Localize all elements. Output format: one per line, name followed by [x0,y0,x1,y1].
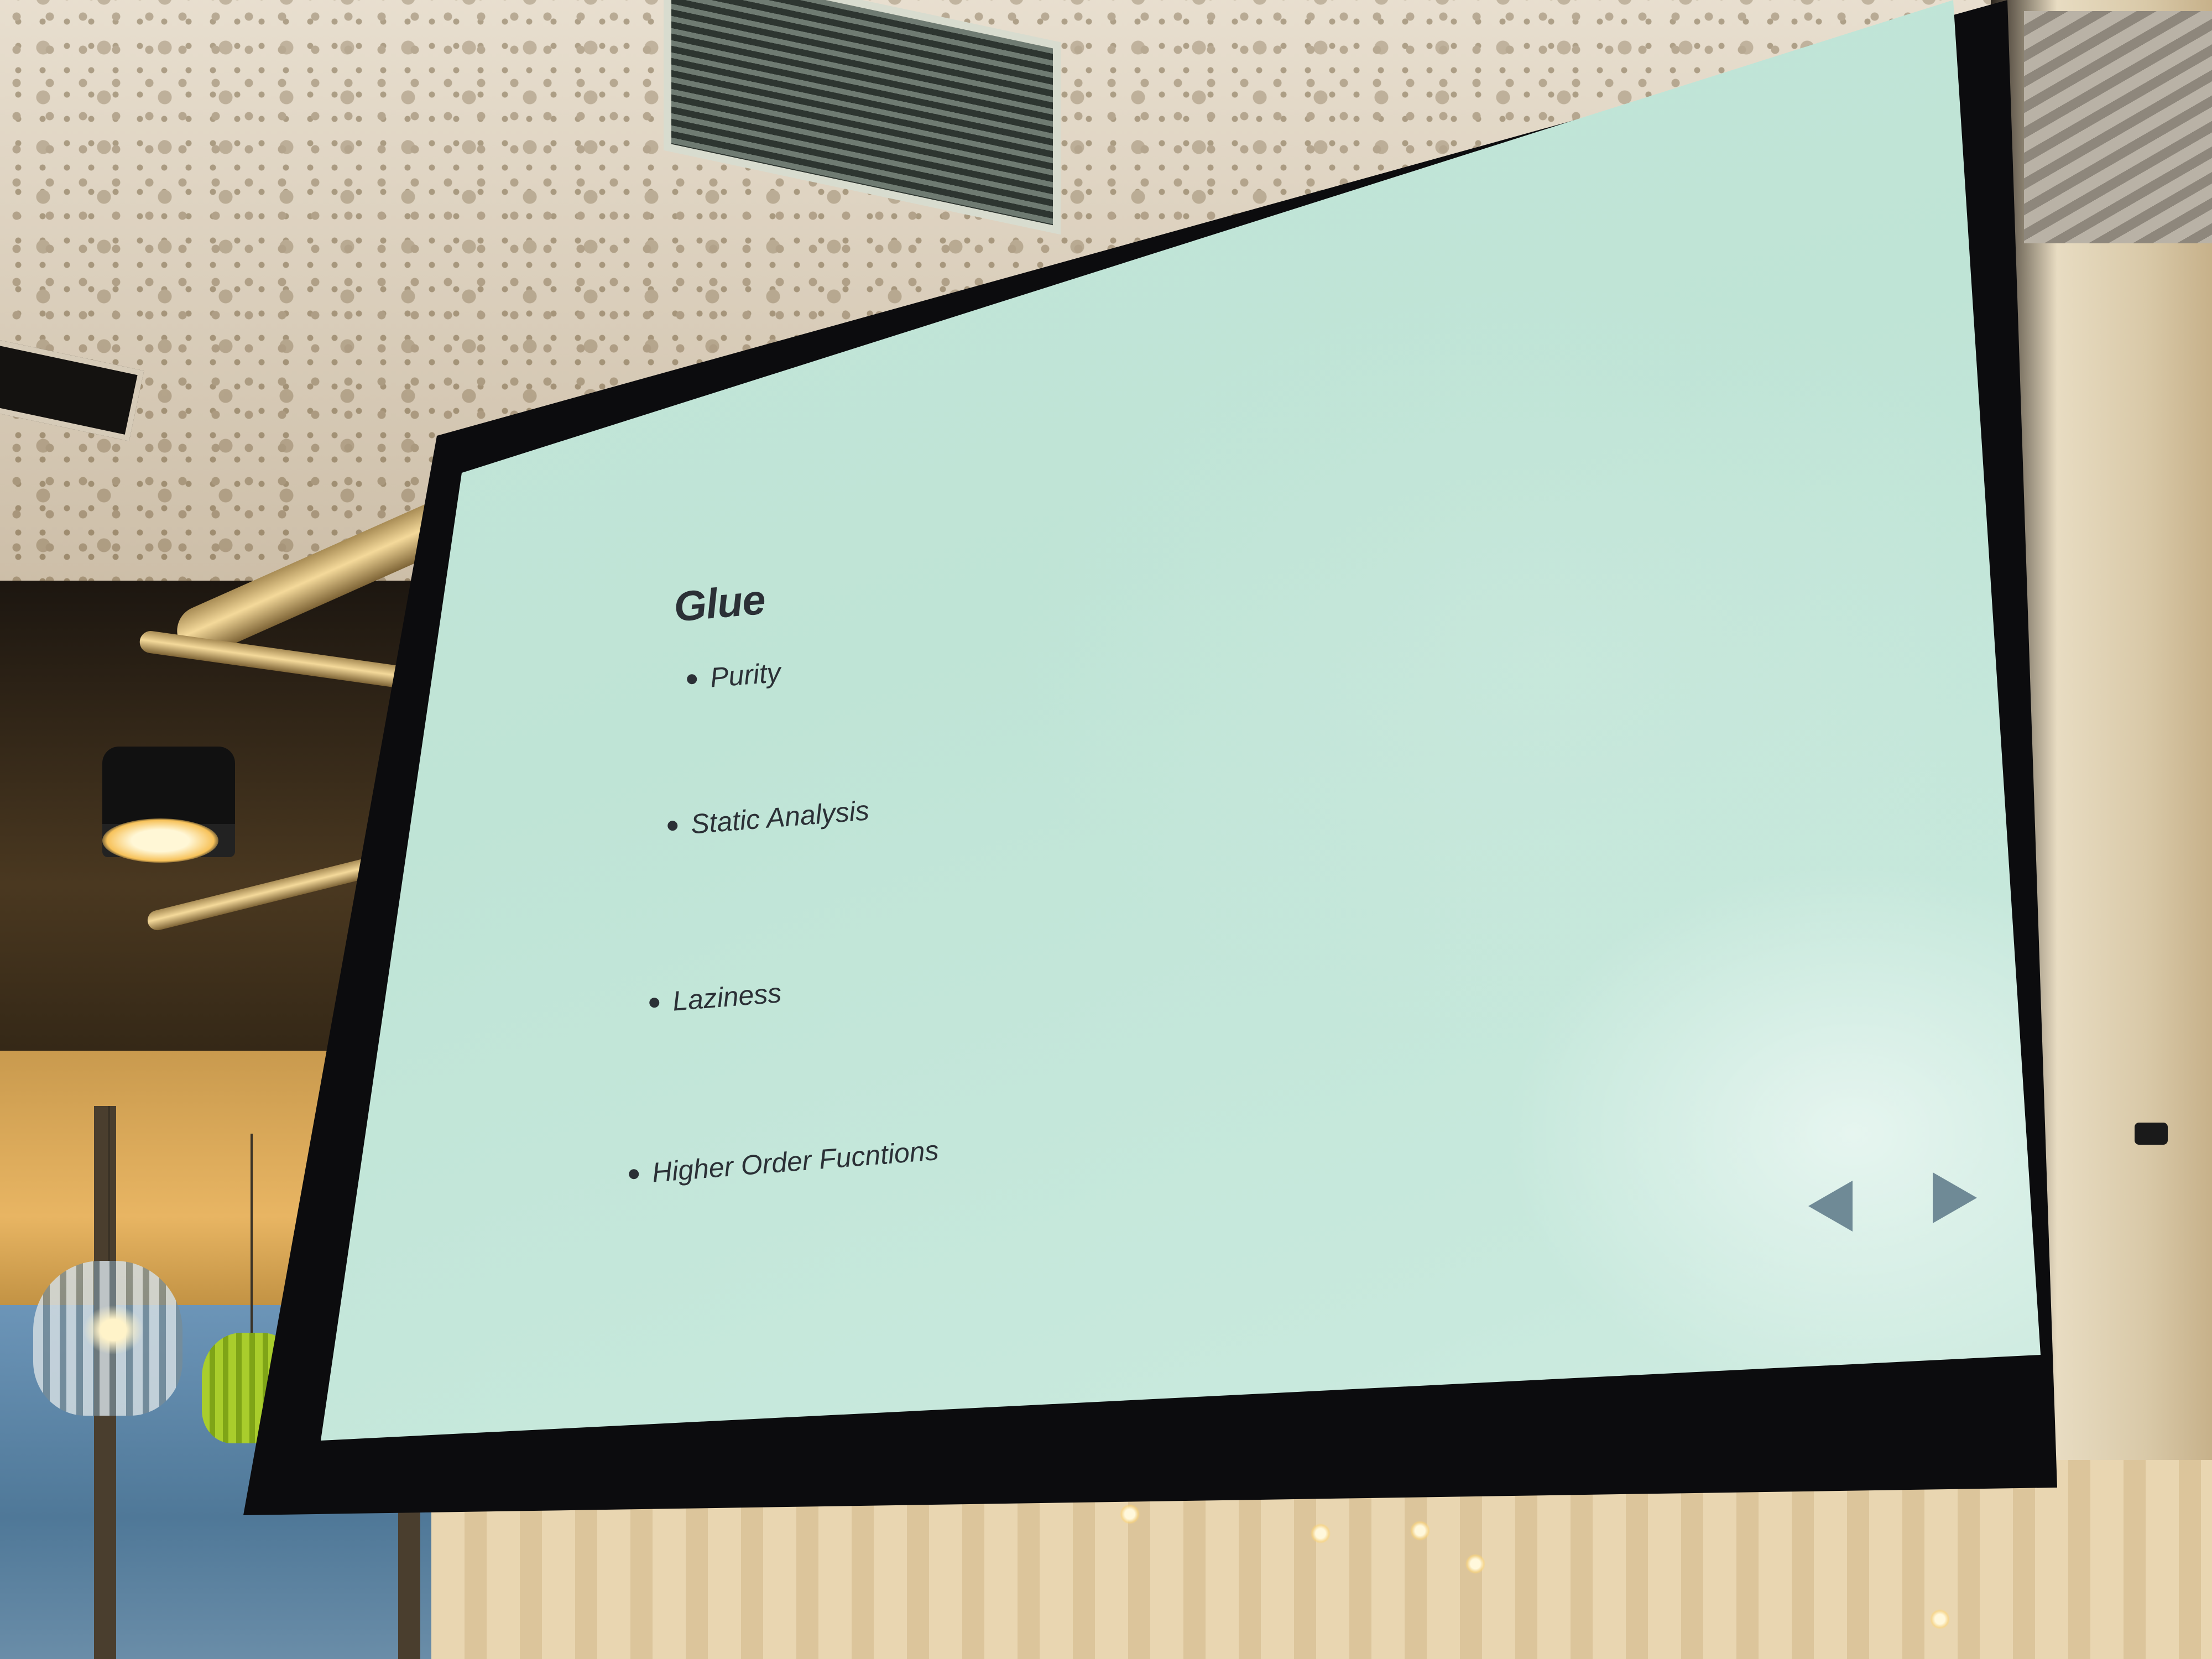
bullet-dot-icon [686,674,697,685]
triangle-left-icon[interactable] [1808,1181,1853,1232]
slide: Glue Purity Static Analysis Laziness Hig… [0,0,2212,1659]
bullet-item: Higher Order Fucntions [628,1134,940,1191]
bullet-item: Laziness [648,977,782,1019]
bullet-text: Higher Order Fucntions [650,1134,940,1188]
bullet-dot-icon [667,820,678,831]
bullet-dot-icon [649,997,660,1008]
triangle-right-icon[interactable] [1933,1172,1977,1223]
bullet-text: Static Analysis [689,795,870,840]
bullet-text: Purity [708,656,782,693]
bullet-item: Purity [686,656,782,696]
photo-scene: Glue Purity Static Analysis Laziness Hig… [0,0,2212,1659]
bullet-text: Laziness [671,977,783,1017]
bullet-item: Static Analysis [666,794,870,842]
slide-title: Glue [672,576,767,631]
bullet-dot-icon [628,1168,639,1180]
